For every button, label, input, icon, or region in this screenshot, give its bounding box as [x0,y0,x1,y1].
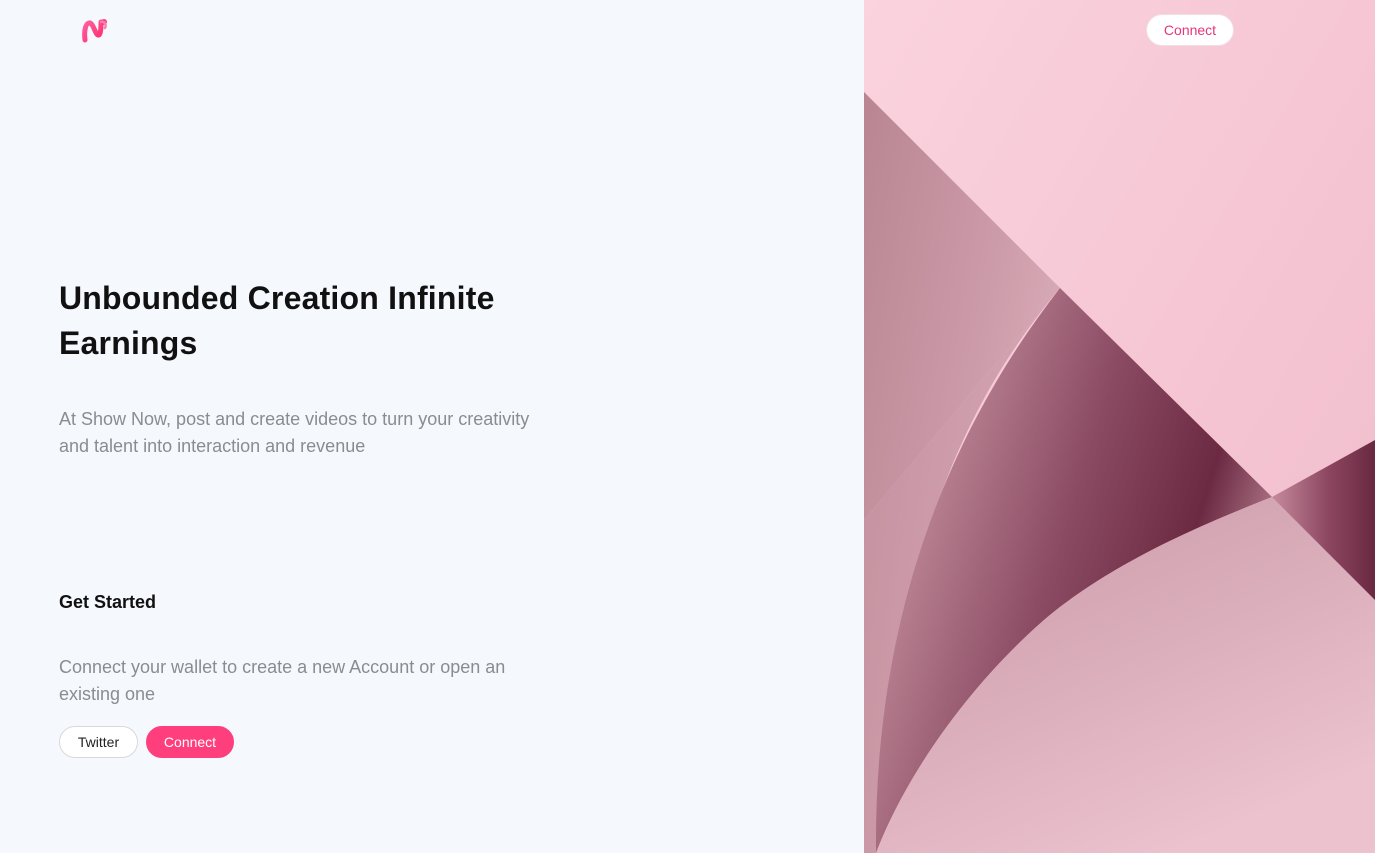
abstract-pink-art [864,0,1375,853]
landing-page: Unbounded Creation Infinite Earnings At … [0,0,1375,853]
get-started-description: Connect your wallet to create a new Acco… [59,657,506,704]
connect-wallet-button[interactable]: Connect [146,726,234,758]
hero-description: At Show Now, post and create videos to t… [59,409,530,456]
twitter-button[interactable]: Twitter [59,726,138,758]
get-started-title: Get Started [59,592,157,612]
auth-buttons: Twitter Connect [59,726,234,758]
show-now-logo-icon[interactable] [80,16,110,46]
hero-headline: Unbounded Creation Infinite Earnings [59,280,495,361]
intro-panel: Unbounded Creation Infinite Earnings At … [0,0,864,853]
hero-art-panel [864,0,1375,853]
header-connect-button[interactable]: Connect [1146,14,1234,46]
